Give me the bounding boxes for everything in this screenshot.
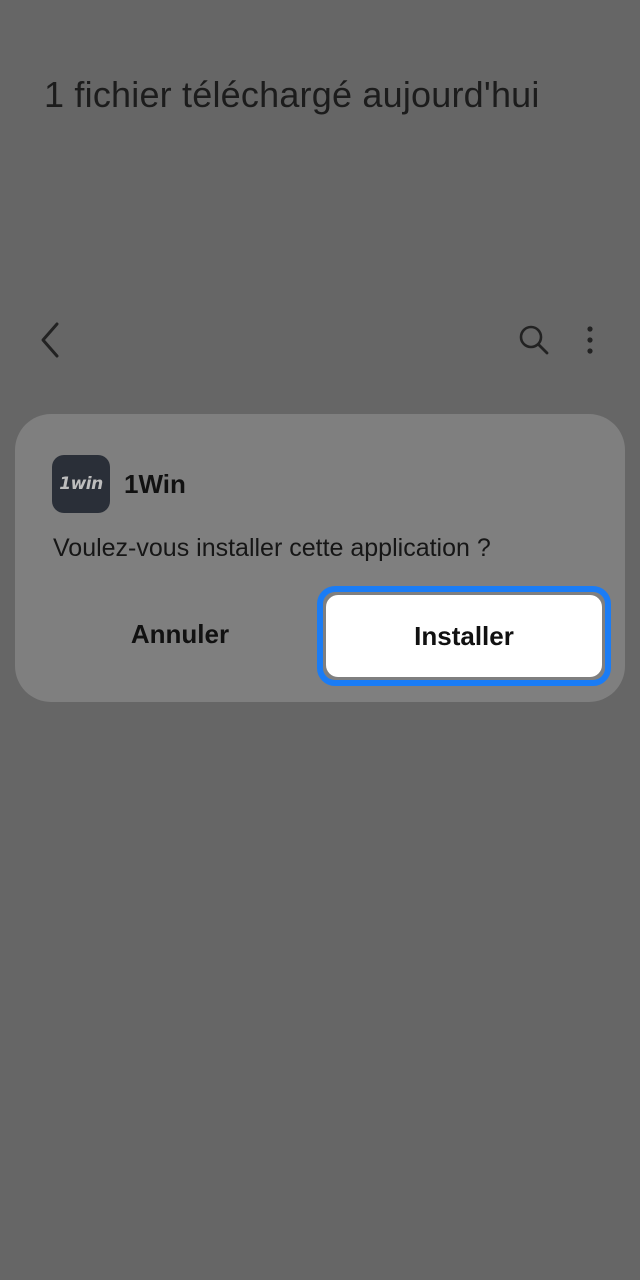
cancel-button[interactable]: Annuler bbox=[45, 589, 315, 679]
app-name: 1Win bbox=[124, 469, 186, 499]
search-icon bbox=[519, 325, 549, 355]
back-button[interactable] bbox=[30, 318, 70, 362]
more-options-button[interactable] bbox=[572, 320, 608, 360]
chevron-left-icon bbox=[41, 322, 59, 358]
page-title: 1 fichier téléchargé aujourd'hui bbox=[44, 74, 540, 115]
dialog-message: Voulez-vous installer cette application … bbox=[53, 534, 491, 562]
install-button[interactable]: Installer bbox=[317, 586, 611, 686]
install-button-label: Installer bbox=[326, 595, 602, 677]
install-dialog: 1win 1Win Voulez-vous installer cette ap… bbox=[15, 414, 625, 702]
app-icon-logo-text: 1win bbox=[59, 474, 103, 494]
more-vertical-icon bbox=[587, 326, 593, 354]
app-icon: 1win bbox=[52, 455, 110, 513]
search-button[interactable] bbox=[514, 320, 554, 360]
